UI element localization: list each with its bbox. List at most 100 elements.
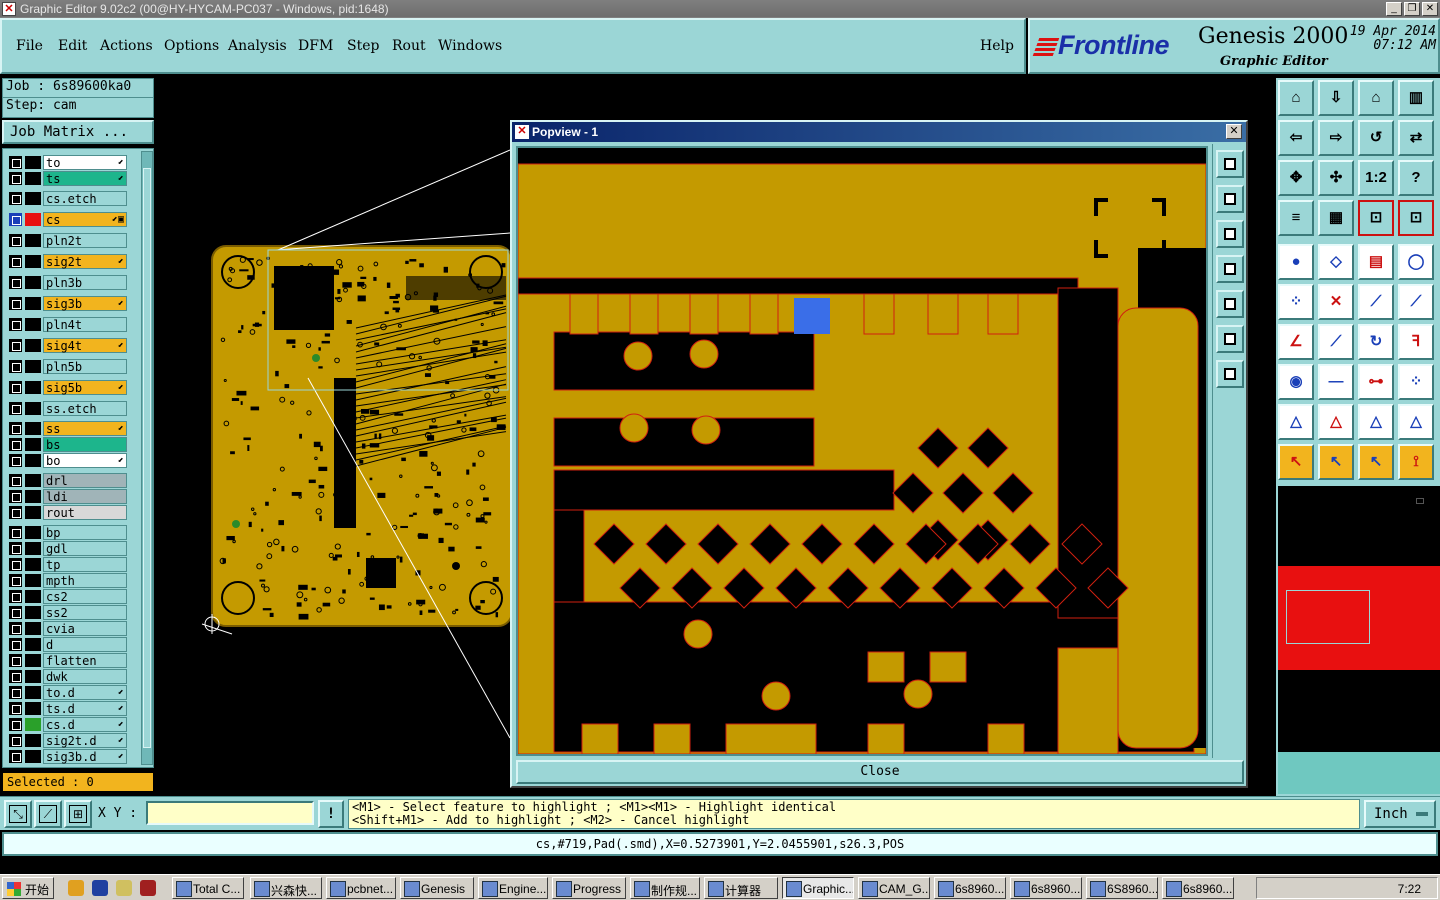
layer-color-swatch[interactable] xyxy=(25,638,41,651)
pointer3-tool-button[interactable]: ↖ xyxy=(1358,444,1394,480)
one-to-two-tool-button[interactable]: 1:2 xyxy=(1358,160,1394,196)
layer-row[interactable]: rout xyxy=(7,505,127,520)
popview-zoom-icon[interactable] xyxy=(1216,150,1244,178)
pan-tool-button[interactable]: ✣ xyxy=(1318,160,1354,196)
window-title-bar[interactable]: ✕ Graphic Editor 9.02c2 (00@HY-HYCAM-PC0… xyxy=(0,0,1440,18)
layer-name[interactable]: to.d ⬋ xyxy=(43,685,127,700)
layer-row[interactable]: bo ⬋ xyxy=(7,453,127,468)
polygon-tool-button[interactable]: △ xyxy=(1278,404,1314,440)
layer-color-swatch[interactable] xyxy=(25,156,41,169)
layer-row[interactable]: to.d ⬋ xyxy=(7,685,127,700)
pointer2-tool-button[interactable]: ↖ xyxy=(1318,444,1354,480)
triangle-tool-button[interactable]: △ xyxy=(1318,404,1354,440)
layer-name[interactable]: bo ⬋ xyxy=(43,453,127,468)
zoom-box-button[interactable]: ⤡ xyxy=(4,800,32,828)
layer-color-swatch[interactable] xyxy=(25,542,41,555)
layer-color-swatch[interactable] xyxy=(25,422,41,435)
layer-name[interactable]: sig3b ⬋ xyxy=(43,296,127,311)
home-tool-button[interactable]: ⌂ xyxy=(1278,80,1314,116)
layer-checkbox[interactable] xyxy=(9,192,22,205)
right-tool-button[interactable]: ⇨ xyxy=(1318,120,1354,156)
layer-checkbox[interactable] xyxy=(9,172,22,185)
layer-name[interactable]: cs.etch xyxy=(43,191,127,206)
layer-color-swatch[interactable] xyxy=(25,654,41,667)
triangle2-tool-button[interactable]: △ xyxy=(1358,404,1394,440)
layer-color-swatch[interactable] xyxy=(25,558,41,571)
menu-help[interactable]: Help xyxy=(980,38,1014,54)
taskbar-button[interactable]: Genesis xyxy=(400,877,474,899)
layer-color-swatch[interactable] xyxy=(25,686,41,699)
popview-title-bar[interactable]: ✕ Popview - 1 ✕ xyxy=(512,122,1246,142)
layer-name[interactable]: sig4t ⬋ xyxy=(43,338,127,353)
layer-name[interactable]: ts.d ⬋ xyxy=(43,701,127,716)
layer-color-swatch[interactable] xyxy=(25,192,41,205)
taskbar-button[interactable]: Engine... xyxy=(478,877,548,899)
layer-scrollbar[interactable] xyxy=(141,151,153,765)
angle-tool-button[interactable]: ∠ xyxy=(1278,324,1314,360)
flow-tool-button[interactable]: ⟟ xyxy=(1398,444,1434,480)
pad-tool-button[interactable]: ◯ xyxy=(1398,244,1434,280)
popview-left-icon[interactable] xyxy=(1216,255,1244,283)
quicklaunch-icon[interactable] xyxy=(140,880,156,896)
layer-checkbox[interactable] xyxy=(9,454,22,467)
layer-name[interactable]: ldi xyxy=(43,489,127,504)
layer-color-swatch[interactable] xyxy=(25,360,41,373)
layer-row[interactable]: cs2 xyxy=(7,589,127,604)
layer-row[interactable]: sig2t.d ⬋ xyxy=(7,733,127,748)
layer-row[interactable]: sig3b ⬋ xyxy=(7,296,127,311)
layer-row[interactable]: sig2t ⬋ xyxy=(7,254,127,269)
layer-color-swatch[interactable] xyxy=(25,734,41,747)
taskbar-button[interactable]: pcbnet... xyxy=(326,877,396,899)
layer-row[interactable]: cs.etch xyxy=(7,191,127,206)
layer-row[interactable]: gdl xyxy=(7,541,127,556)
layer-color-swatch[interactable] xyxy=(25,339,41,352)
layer-row[interactable]: pln3b xyxy=(7,275,127,290)
layer-checkbox[interactable] xyxy=(9,255,22,268)
line2-tool-button[interactable]: ⟋ xyxy=(1398,284,1434,320)
layer-color-swatch[interactable] xyxy=(25,506,41,519)
taskbar-button[interactable]: CAM_G... xyxy=(858,877,930,899)
layer-row[interactable]: sig4t ⬋ xyxy=(7,338,127,353)
layer-name[interactable]: flatten xyxy=(43,653,127,668)
menu-step[interactable]: Step xyxy=(347,38,379,54)
layer-row[interactable]: tp xyxy=(7,557,127,572)
ff-tool-button[interactable]: ꟻ xyxy=(1398,324,1434,360)
popview-up-icon[interactable] xyxy=(1216,185,1244,213)
popview-window[interactable]: ✕ Popview - 1 ✕ Close xyxy=(510,120,1248,788)
layer-row[interactable]: ss.etch xyxy=(7,401,127,416)
layer-name[interactable]: pln5b xyxy=(43,359,127,374)
fit-tool-button[interactable]: ✥ xyxy=(1278,160,1314,196)
dim-tool-button[interactable]: ⊶ xyxy=(1358,364,1394,400)
layer-color-swatch[interactable] xyxy=(25,213,41,226)
layer-row[interactable]: cs ⬋▣ xyxy=(7,212,127,227)
layer-checkbox[interactable] xyxy=(9,297,22,310)
layer-checkbox[interactable] xyxy=(9,213,22,226)
menu-analysis[interactable]: Analysis xyxy=(228,38,287,54)
layer-row[interactable]: cvia xyxy=(7,621,127,636)
quicklaunch-icon[interactable] xyxy=(116,880,132,896)
surface-tool-button[interactable]: ◉ xyxy=(1278,364,1314,400)
layer-checkbox[interactable] xyxy=(9,542,22,555)
cross-tool-button[interactable]: ✕ xyxy=(1318,284,1354,320)
redo-tool-button[interactable]: ⇄ xyxy=(1398,120,1434,156)
xy-input[interactable] xyxy=(146,801,314,825)
layer-name[interactable]: mpth xyxy=(43,573,127,588)
layer-color-swatch[interactable] xyxy=(25,381,41,394)
layer-name[interactable]: cvia xyxy=(43,621,127,636)
alert-button[interactable]: ! xyxy=(318,800,344,828)
layer-checkbox[interactable] xyxy=(9,506,22,519)
layer-color-swatch[interactable] xyxy=(25,318,41,331)
layer-color-swatch[interactable] xyxy=(25,402,41,415)
down-tool-button[interactable]: ⇩ xyxy=(1318,80,1354,116)
undo-zoom-tool-button[interactable]: ↺ xyxy=(1358,120,1394,156)
layer-color-swatch[interactable] xyxy=(25,574,41,587)
taskbar-button[interactable]: 6S8960... xyxy=(1086,877,1158,899)
layer-checkbox[interactable] xyxy=(9,686,22,699)
layer-checkbox[interactable] xyxy=(9,438,22,451)
layer-name[interactable]: sig2t.d ⬋ xyxy=(43,733,127,748)
layer-name[interactable]: to ⬋ xyxy=(43,155,127,170)
layer-name[interactable]: sig2t ⬋ xyxy=(43,254,127,269)
layer-checkbox[interactable] xyxy=(9,606,22,619)
pointer-tool-button[interactable]: ↖ xyxy=(1278,444,1314,480)
popview-close-button[interactable]: Close xyxy=(516,760,1244,784)
